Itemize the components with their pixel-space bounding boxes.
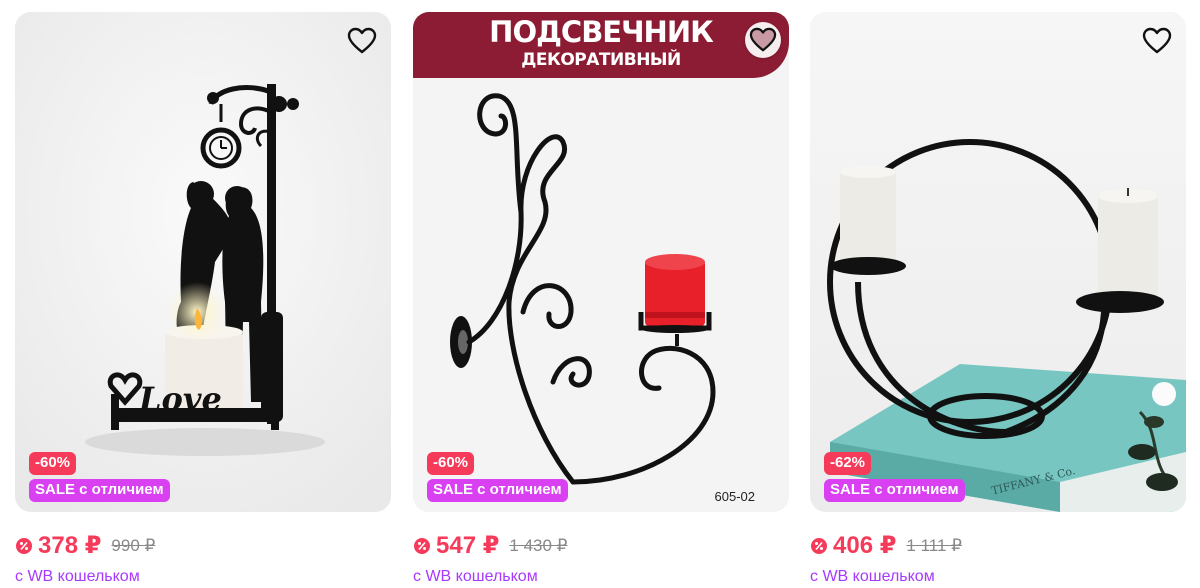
wallet-discount-icon: [811, 538, 827, 554]
wall-candle-sconce-photo: [413, 12, 789, 512]
price-row: 406 ₽ 1 111 ₽: [810, 532, 1186, 560]
discount-badge: -62%: [824, 452, 872, 475]
heart-outline-icon: [347, 27, 377, 54]
favorite-button[interactable]: [1140, 24, 1174, 58]
product-image[interactable]: ПОДСВЕЧНИК ДЕКОРАТИВНЫЙ 605-02 -60% SALE…: [413, 12, 789, 512]
product-image[interactable]: TIFFANY & Co. -62% SALE с отличием: [810, 12, 1186, 512]
sale-badge: SALE с отличием: [824, 479, 965, 502]
svg-text:Love: Love: [138, 380, 222, 418]
heart-filled-icon: [749, 27, 777, 52]
discount-badge: -60%: [427, 452, 475, 475]
old-price: 1 111 ₽: [906, 536, 962, 555]
current-price: 547 ₽: [436, 532, 500, 559]
product-card[interactable]: ПОДСВЕЧНИК ДЕКОРАТИВНЫЙ 605-02 -60% SALE…: [413, 12, 789, 586]
product-image[interactable]: Love -60% SALE с отличием: [15, 12, 391, 512]
wallet-note: с WB кошельком: [810, 568, 935, 585]
favorite-button[interactable]: [745, 22, 781, 58]
discount-badge: -60%: [29, 452, 77, 475]
product-code: 605-02: [714, 489, 755, 504]
product-card[interactable]: Love -60% SALE с отличием 378 ₽ 990 ₽ с …: [15, 12, 391, 586]
sale-badge: SALE с отличием: [427, 479, 568, 502]
promo-banner: ПОДСВЕЧНИК ДЕКОРАТИВНЫЙ: [413, 12, 789, 78]
old-price: 990 ₽: [111, 536, 156, 555]
current-price: 378 ₽: [38, 532, 102, 559]
banner-title: ПОДСВЕЧНИК: [489, 15, 714, 49]
wallet-note: с WB кошельком: [413, 568, 538, 585]
wallet-discount-icon: [414, 538, 430, 554]
banner-subtitle: ДЕКОРАТИВНЫЙ: [521, 50, 681, 70]
heart-outline-icon: [1142, 27, 1172, 54]
wallet-note: с WB кошельком: [15, 568, 140, 585]
ring-candle-holder-photo: TIFFANY & Co.: [810, 12, 1186, 512]
wallet-discount-icon: [16, 538, 32, 554]
price-row: 547 ₽ 1 430 ₽: [413, 532, 789, 560]
price-row: 378 ₽ 990 ₽: [15, 532, 391, 560]
candle-holder-lovers-photo: Love: [15, 12, 391, 512]
favorite-button[interactable]: [345, 24, 379, 58]
old-price: 1 430 ₽: [509, 536, 568, 555]
sale-badge: SALE с отличием: [29, 479, 170, 502]
product-card[interactable]: TIFFANY & Co. -62% SALE с отличием 406 ₽…: [810, 12, 1186, 586]
current-price: 406 ₽: [833, 532, 897, 559]
